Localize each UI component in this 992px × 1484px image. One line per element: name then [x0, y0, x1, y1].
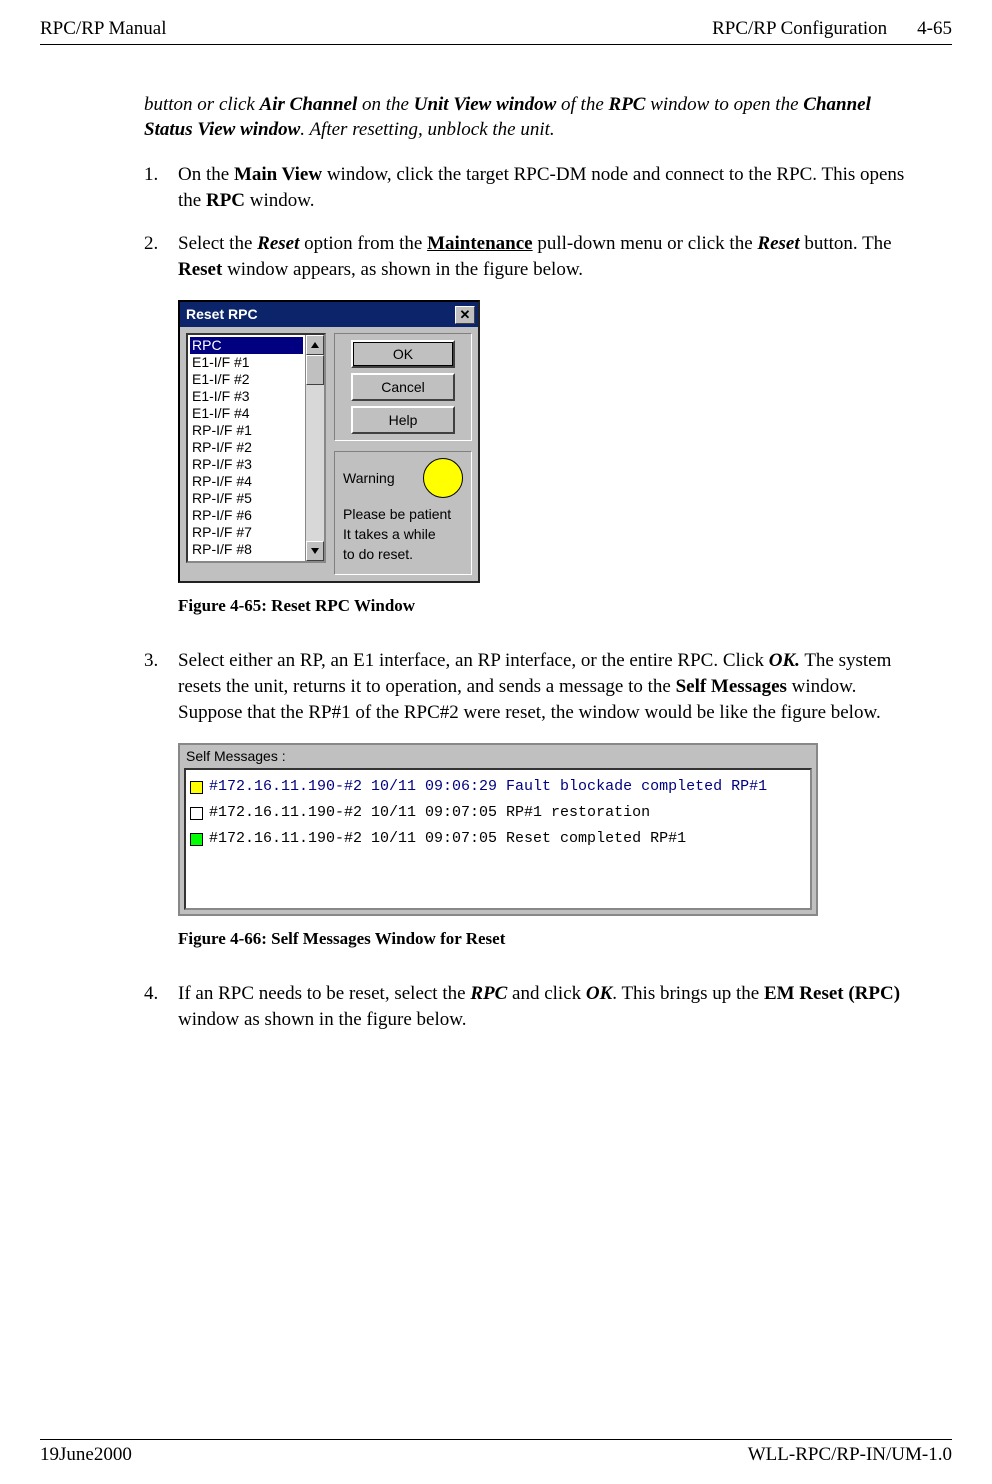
scroll-thumb[interactable] — [306, 355, 324, 385]
step-1: 1. On the Main View window, click the ta… — [144, 162, 912, 213]
scroll-down-icon[interactable] — [306, 541, 324, 561]
header-page-num: 4-65 — [917, 16, 952, 42]
step-4: 4. If an RPC needs to be reset, select t… — [144, 981, 912, 1032]
list-item[interactable]: RP-I/F #1 — [190, 422, 303, 439]
step-number: 4. — [144, 981, 178, 1032]
status-dot-icon — [190, 781, 203, 794]
self-messages-window: Self Messages : #172.16.11.190-#2 10/11 … — [178, 743, 818, 916]
ok-button[interactable]: OK — [351, 340, 455, 368]
message-text: #172.16.11.190-#2 10/11 09:07:05 RP#1 re… — [209, 800, 650, 826]
close-icon[interactable]: ✕ — [455, 306, 475, 324]
list-item[interactable]: RP-I/F #2 — [190, 439, 303, 456]
warning-line: It takes a while — [343, 524, 463, 544]
warning-line: Please be patient — [343, 504, 463, 524]
message-row: #172.16.11.190-#2 10/11 09:07:05 RP#1 re… — [188, 800, 808, 826]
warning-panel: Warning Please be patient It takes a whi… — [334, 451, 472, 575]
button-group: OK Cancel Help — [334, 333, 472, 441]
intro-paragraph: button or click Air Channel on the Unit … — [144, 92, 912, 143]
status-dot-icon — [190, 833, 203, 846]
help-button[interactable]: Help — [351, 406, 455, 434]
list-item[interactable]: RP-I/F #5 — [190, 490, 303, 507]
list-item[interactable]: E1-I/F #2 — [190, 371, 303, 388]
step-number: 2. — [144, 231, 178, 282]
message-row: #172.16.11.190-#2 10/11 09:07:05 Reset c… — [188, 826, 808, 852]
warning-icon — [423, 458, 463, 498]
figure-self-messages: Self Messages : #172.16.11.190-#2 10/11 … — [178, 743, 912, 951]
list-item[interactable]: E1-I/F #3 — [190, 388, 303, 405]
figure-caption: Figure 4-66: Self Messages Window for Re… — [178, 928, 912, 951]
self-messages-title: Self Messages : — [180, 745, 816, 768]
header-section: RPC/RP Configuration — [712, 16, 887, 42]
list-item[interactable]: RP-I/F #3 — [190, 456, 303, 473]
reset-target-listbox[interactable]: RPC E1-I/F #1 E1-I/F #2 E1-I/F #3 E1-I/F… — [186, 333, 326, 563]
footer-docid: WLL-RPC/RP-IN/UM-1.0 — [748, 1442, 952, 1468]
list-item[interactable]: E1-I/F #1 — [190, 354, 303, 371]
figure-reset-rpc: Reset RPC ✕ RPC E1-I/F #1 E1-I/F #2 E1-I… — [178, 300, 912, 618]
list-item[interactable]: RP-I/F #8 — [190, 541, 303, 558]
warning-label: Warning — [343, 468, 395, 488]
list-item[interactable]: RP-I/F #4 — [190, 473, 303, 490]
list-item[interactable]: RP-I/F #6 — [190, 507, 303, 524]
footer-date: 19June2000 — [40, 1442, 132, 1468]
list-item[interactable]: RPC — [190, 337, 303, 354]
message-text: #172.16.11.190-#2 10/11 09:07:05 Reset c… — [209, 826, 686, 852]
status-dot-icon — [190, 807, 203, 820]
step-number: 3. — [144, 648, 178, 725]
scrollbar[interactable] — [305, 335, 324, 561]
message-list[interactable]: #172.16.11.190-#2 10/11 09:06:29 Fault b… — [184, 768, 812, 910]
list-item[interactable]: E1-I/F #4 — [190, 405, 303, 422]
step-3: 3. Select either an RP, an E1 interface,… — [144, 648, 912, 725]
cancel-button[interactable]: Cancel — [351, 373, 455, 401]
step-2: 2. Select the Reset option from the Main… — [144, 231, 912, 282]
list-item[interactable]: RP #1 — [190, 558, 303, 561]
message-row: #172.16.11.190-#2 10/11 09:06:29 Fault b… — [188, 774, 808, 800]
scroll-up-icon[interactable] — [306, 335, 324, 355]
warning-line: to do reset. — [343, 544, 463, 564]
page-footer: 19June2000 WLL-RPC/RP-IN/UM-1.0 — [40, 1439, 952, 1468]
reset-rpc-window: Reset RPC ✕ RPC E1-I/F #1 E1-I/F #2 E1-I… — [178, 300, 480, 583]
list-item[interactable]: RP-I/F #7 — [190, 524, 303, 541]
figure-caption: Figure 4-65: Reset RPC Window — [178, 595, 912, 618]
page-header: RPC/RP Manual RPC/RP Configuration 4-65 — [40, 16, 952, 45]
step-number: 1. — [144, 162, 178, 213]
window-title: Reset RPC — [186, 305, 258, 324]
message-text: #172.16.11.190-#2 10/11 09:06:29 Fault b… — [209, 774, 767, 800]
header-left: RPC/RP Manual — [40, 16, 167, 42]
